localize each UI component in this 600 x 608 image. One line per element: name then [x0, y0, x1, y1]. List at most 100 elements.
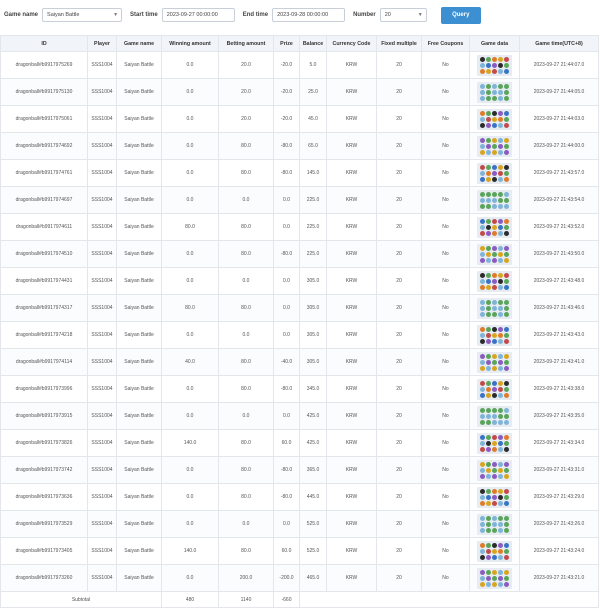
game-data-cell[interactable] — [469, 510, 520, 538]
table-row[interactable]: dragonball#b9917973529 SSS1004 Saiyan Batt… — [0, 510, 599, 538]
game-data-cell[interactable] — [469, 348, 520, 376]
game-symbol-icon — [504, 386, 509, 392]
game-symbol-icon — [504, 554, 509, 560]
fixed-multiple-cell: 20 — [376, 483, 422, 511]
table-row[interactable]: dragonball#b9917973636 SSS1004 Saiyan Batt… — [0, 483, 599, 511]
game-symbol-icon — [504, 365, 509, 371]
game-symbols-image[interactable] — [477, 162, 512, 184]
game-data-cell[interactable] — [469, 132, 520, 160]
game-symbols-image[interactable] — [477, 189, 512, 211]
game-symbols-image[interactable] — [477, 135, 512, 157]
currency-code-cell: KRW — [326, 564, 377, 592]
table-row[interactable]: dragonball#b9917974611 SSS1004 Saiyan Batt… — [0, 213, 599, 241]
game-symbol-icon — [504, 548, 509, 554]
table-row[interactable]: dragonball#b9917973996 SSS1004 Saiyan Batt… — [0, 375, 599, 403]
game-symbol-icon — [504, 446, 509, 452]
table-row[interactable]: dragonball#b9917975061 SSS1004 Saiyan Batt… — [0, 105, 599, 133]
game-symbol-icon — [492, 251, 497, 257]
game-symbols-image[interactable] — [477, 216, 512, 238]
game-data-cell[interactable] — [469, 375, 520, 403]
game-data-cell[interactable] — [469, 537, 520, 565]
game-symbols-image[interactable] — [477, 297, 512, 319]
game-symbol-icon — [486, 191, 491, 197]
game-symbols-image[interactable] — [477, 243, 512, 265]
game-symbol-icon — [504, 95, 509, 101]
table-row[interactable]: dragonball#b9917973405 SSS1004 Saiyan Batt… — [0, 537, 599, 565]
game-data-cell[interactable] — [469, 78, 520, 106]
table-row[interactable]: dragonball#b9917974114 SSS1004 Saiyan Batt… — [0, 348, 599, 376]
game-data-cell[interactable] — [469, 483, 520, 511]
balance-cell: 425.0 — [299, 429, 327, 457]
game-data-cell[interactable] — [469, 564, 520, 592]
prize-cell: -20.0 — [273, 51, 300, 79]
query-button[interactable]: Query — [440, 6, 481, 24]
game-symbol-icon — [498, 278, 503, 284]
game-symbols-image[interactable] — [477, 324, 512, 346]
table-row[interactable]: dragonball#b9917974697 SSS1004 Saiyan Batt… — [0, 186, 599, 214]
game-symbols-image[interactable] — [477, 513, 512, 535]
game-data-cell[interactable] — [469, 429, 520, 457]
game-name-select[interactable]: Saiyan Battle ▼ — [42, 8, 123, 22]
table-row[interactable]: dragonball#b9917973742 SSS1004 Saiyan Batt… — [0, 456, 599, 484]
prize-cell: 0.0 — [273, 510, 300, 538]
game-symbols-image[interactable] — [477, 432, 512, 454]
game-time-cell: 2023-09-27 21:43:50.0 — [519, 240, 599, 268]
game-data-cell[interactable] — [469, 51, 520, 79]
game-symbols-image[interactable] — [477, 405, 512, 427]
table-row[interactable]: dragonball#b9917975269 SSS1004 Saiyan Batt… — [0, 51, 599, 79]
game-data-cell[interactable] — [469, 294, 520, 322]
game-symbol-icon — [498, 62, 503, 68]
game-symbols-image[interactable] — [477, 270, 512, 292]
table-row[interactable]: dragonball#b9917973826 SSS1004 Saiyan Batt… — [0, 429, 599, 457]
game-symbol-icon — [492, 440, 497, 446]
game-data-cell[interactable] — [469, 240, 520, 268]
game-name-cell: Saiyan Battle — [116, 51, 162, 79]
column-header: Balance — [299, 35, 327, 52]
game-symbols-image[interactable] — [477, 351, 512, 373]
game-time-cell: 2023-09-27 21:43:24.0 — [519, 537, 599, 565]
table-row[interactable]: dragonball#b9917975130 SSS1004 Saiyan Batt… — [0, 78, 599, 106]
game-data-cell[interactable] — [469, 213, 520, 241]
number-select[interactable]: 20 ▼ — [379, 8, 427, 22]
game-symbol-icon — [486, 494, 491, 500]
table-row[interactable]: dragonball#b9917973260 SSS1004 Saiyan Batt… — [0, 564, 599, 592]
game-symbol-icon — [498, 338, 503, 344]
game-symbols-image[interactable] — [477, 378, 512, 400]
free-coupons-cell: No — [421, 186, 470, 214]
table-row[interactable]: dragonball#b9917974317 SSS1004 Saiyan Batt… — [0, 294, 599, 322]
game-symbol-icon — [480, 176, 485, 182]
start-time-input[interactable]: 2023-09-27 00:00:00 — [161, 8, 235, 22]
table-row[interactable]: dragonball#b9917973915 SSS1004 Saiyan Batt… — [0, 402, 599, 430]
game-data-cell[interactable] — [469, 105, 520, 133]
game-data-cell[interactable] — [469, 402, 520, 430]
game-data-cell[interactable] — [469, 267, 520, 295]
game-symbols-image[interactable] — [477, 567, 512, 589]
betting-amount-cell: 80.0 — [218, 240, 274, 268]
table-row[interactable]: dragonball#b9917974510 SSS1004 Saiyan Batt… — [0, 240, 599, 268]
game-symbols-image[interactable] — [477, 459, 512, 481]
game-symbols-image[interactable] — [477, 108, 512, 130]
game-symbol-icon — [486, 332, 491, 338]
game-data-cell[interactable] — [469, 186, 520, 214]
game-symbols-image[interactable] — [477, 540, 512, 562]
table-row[interactable]: dragonball#b9917974218 SSS1004 Saiyan Batt… — [0, 321, 599, 349]
game-symbols-image[interactable] — [477, 54, 512, 76]
balance-cell: 525.0 — [299, 537, 327, 565]
game-data-cell[interactable] — [469, 159, 520, 187]
free-coupons-cell: No — [421, 159, 470, 187]
end-time-input[interactable]: 2023-09-28 00:00:00 — [272, 8, 346, 22]
betting-amount-cell: 20.0 — [218, 78, 274, 106]
game-symbol-icon — [480, 419, 485, 425]
winning-amount-cell: 0.0 — [161, 375, 219, 403]
game-symbols-image[interactable] — [477, 486, 512, 508]
game-symbols-image[interactable] — [477, 81, 512, 103]
game-data-cell[interactable] — [469, 456, 520, 484]
table-row[interactable]: dragonball#b9917974431 SSS1004 Saiyan Batt… — [0, 267, 599, 295]
game-name-cell: Saiyan Battle — [116, 105, 162, 133]
game-symbol-icon — [486, 299, 491, 305]
table-row[interactable]: dragonball#b9917974761 SSS1004 Saiyan Batt… — [0, 159, 599, 187]
game-data-cell[interactable] — [469, 321, 520, 349]
table-row[interactable]: dragonball#b9917974692 SSS1004 Saiyan Batt… — [0, 132, 599, 160]
game-symbol-icon — [480, 68, 485, 74]
game-symbol-icon — [486, 419, 491, 425]
